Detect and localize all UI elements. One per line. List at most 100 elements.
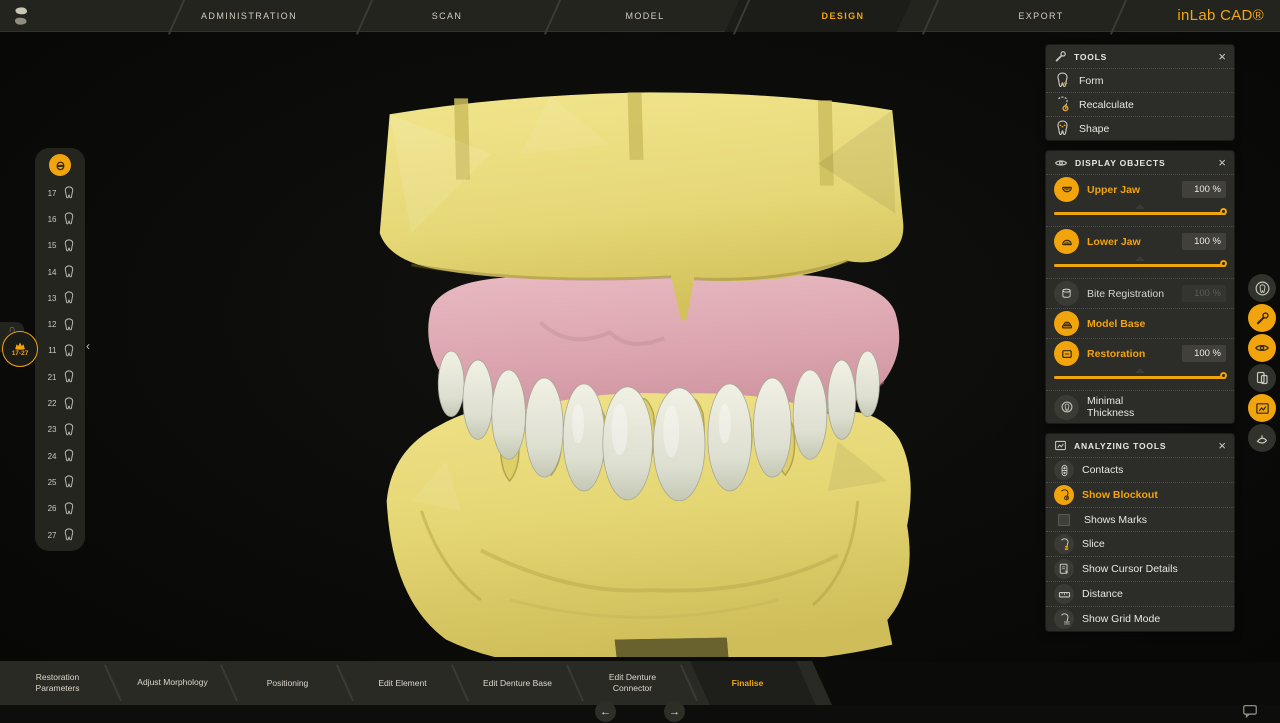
close-icon[interactable]: × (1218, 50, 1226, 63)
cursor-details-icon[interactable] (1054, 559, 1074, 579)
tooth-icon (64, 186, 73, 199)
tooth-selector-bar: 17 16 15 14 13 12 11 21 22 23 24 25 26 2… (35, 148, 85, 551)
tool-recalculate[interactable]: Recalculate (1046, 92, 1234, 116)
show-blockout-icon[interactable] (1054, 485, 1074, 505)
bite-registration-opacity-value: 100 % (1182, 285, 1226, 302)
tooth-icon (64, 423, 73, 436)
restoration-tools-button[interactable] (1248, 274, 1276, 302)
lower-jaw-opacity-value[interactable]: 100 % (1182, 233, 1226, 250)
tooth-icon (64, 370, 73, 383)
model-base-icon[interactable] (1054, 311, 1079, 336)
contacts-icon[interactable] (1054, 460, 1074, 480)
catalog-button[interactable] (1248, 364, 1276, 392)
tooth-icon (64, 212, 73, 225)
step-edit-element[interactable]: Edit Element (345, 661, 460, 705)
tooth-item-22[interactable]: 22 (35, 390, 85, 416)
step-adjust-morphology[interactable]: Adjust Morphology (115, 661, 230, 705)
tooth-item-26[interactable]: 26 (35, 496, 85, 522)
grid-mode-icon[interactable] (1054, 609, 1074, 629)
shows-marks-checkbox[interactable] (1058, 513, 1070, 526)
upper-jaw-opacity-value[interactable]: 100 % (1182, 181, 1226, 198)
tooth-item-23[interactable]: 23 (35, 417, 85, 443)
analyzing-show-blockout[interactable]: Show Blockout (1046, 482, 1234, 507)
slider-handle[interactable] (1220, 372, 1227, 379)
app-title: inLab CAD® (1177, 7, 1264, 24)
tooth-icon (64, 291, 73, 304)
tooth-item-17[interactable]: 17 (35, 180, 85, 206)
tab-scan[interactable]: SCAN (348, 0, 546, 32)
tooth-icon (64, 239, 73, 252)
tab-model[interactable]: MODEL (546, 0, 744, 32)
tooth-item-12[interactable]: 12 (35, 311, 85, 337)
step-positioning[interactable]: Positioning (230, 661, 345, 705)
minimal-thickness-icon[interactable] (1054, 394, 1079, 420)
tooth-item-15[interactable]: 15 (35, 233, 85, 259)
jaw-model[interactable] (352, 82, 927, 657)
recalculate-icon (1058, 96, 1069, 112)
collapse-toothbar-button[interactable]: ‹ (86, 339, 90, 353)
analyzing-slice[interactable]: Slice (1046, 531, 1234, 556)
tooth-item-25[interactable]: 25 (35, 469, 85, 495)
step-finalise[interactable]: Finalise (690, 661, 805, 705)
wrench-icon (1055, 51, 1066, 62)
display-objects-toggle-button[interactable] (1248, 334, 1276, 362)
bite-registration-icon[interactable] (1054, 281, 1079, 306)
lower-jaw-row[interactable]: Lower Jaw 100 % (1046, 227, 1234, 256)
tooth-item-21[interactable]: 21 (35, 364, 85, 390)
tooth-item-16[interactable]: 16 (35, 206, 85, 232)
slider-handle[interactable] (1220, 260, 1227, 267)
upper-jaw-row[interactable]: Upper Jaw 100 % (1046, 174, 1234, 204)
analyzing-show-cursor-details[interactable]: Show Cursor Details (1046, 556, 1234, 581)
display-object-lower-jaw: Lower Jaw 100 % (1046, 226, 1234, 272)
tooth-item-27[interactable]: 27 (35, 522, 85, 548)
slice-icon[interactable] (1054, 534, 1074, 554)
upper-jaw-opacity-slider[interactable] (1054, 204, 1227, 220)
close-icon[interactable]: × (1218, 156, 1226, 169)
slider-handle[interactable] (1220, 208, 1227, 215)
analyzing-shows-marks[interactable]: Shows Marks (1046, 507, 1234, 531)
restoration-icon[interactable] (1054, 341, 1079, 366)
tools-panel: TOOLS × Form Recalculate Shape (1046, 45, 1234, 140)
next-step-button[interactable]: → (664, 701, 685, 722)
close-icon[interactable]: × (1218, 439, 1226, 452)
tooth-item-14[interactable]: 14 (35, 259, 85, 285)
grab-view-button[interactable] (1248, 424, 1276, 452)
bottom-strip (0, 705, 1280, 723)
analyzing-tools-header: ANALYZING TOOLS × (1046, 434, 1234, 457)
analyzing-distance[interactable]: Distance (1046, 581, 1234, 606)
bite-registration-row[interactable]: Bite Registration 100 % (1046, 278, 1234, 308)
restoration-range-badge[interactable]: 17-27 (2, 331, 38, 367)
tools-toggle-button[interactable] (1248, 304, 1276, 332)
lower-jaw-icon[interactable] (1054, 229, 1079, 254)
previous-step-button[interactable]: ← (595, 701, 616, 722)
step-edit-denture-connector[interactable]: Edit Denture Connector (575, 661, 690, 705)
tab-design[interactable]: DESIGN (744, 0, 942, 32)
sirona-logo-icon (15, 7, 27, 25)
tab-export[interactable]: EXPORT (942, 0, 1140, 32)
feedback-bubble-icon[interactable] (1242, 704, 1258, 718)
distance-icon[interactable] (1054, 584, 1074, 604)
step-edit-denture-base[interactable]: Edit Denture Base (460, 661, 575, 705)
analyzing-tools-toggle-button[interactable] (1248, 394, 1276, 422)
model-base-row[interactable]: Model Base (1046, 308, 1234, 338)
tools-panel-header: TOOLS × (1046, 45, 1234, 68)
tooth-item-11[interactable]: 11 (35, 338, 85, 364)
analyzing-tools-panel: ANALYZING TOOLS × Contacts Show Blockout… (1046, 434, 1234, 631)
upper-jaw-icon[interactable] (1054, 177, 1079, 202)
restoration-opacity-slider[interactable] (1054, 368, 1227, 384)
restoration-row[interactable]: Restoration 100 % (1046, 339, 1234, 368)
tool-shape[interactable]: Shape (1046, 116, 1234, 140)
minimal-thickness-row[interactable]: Minimal Thickness (1046, 390, 1234, 423)
analyzing-contacts[interactable]: Contacts (1046, 457, 1234, 482)
display-objects-header: DISPLAY OBJECTS × (1046, 151, 1234, 174)
lower-jaw-opacity-slider[interactable] (1054, 256, 1227, 272)
tooth-item-24[interactable]: 24 (35, 443, 85, 469)
analyzing-icon (1055, 440, 1066, 451)
restoration-opacity-value[interactable]: 100 % (1182, 345, 1226, 362)
tooth-item-13[interactable]: 13 (35, 285, 85, 311)
step-restoration-parameters[interactable]: Restoration Parameters (0, 661, 115, 705)
tool-form[interactable]: Form (1046, 68, 1234, 92)
denture-arch-icon[interactable] (49, 154, 71, 176)
analyzing-show-grid-mode[interactable]: Show Grid Mode (1046, 606, 1234, 631)
workflow-bar: Restoration Parameters Adjust Morphology… (0, 661, 832, 705)
